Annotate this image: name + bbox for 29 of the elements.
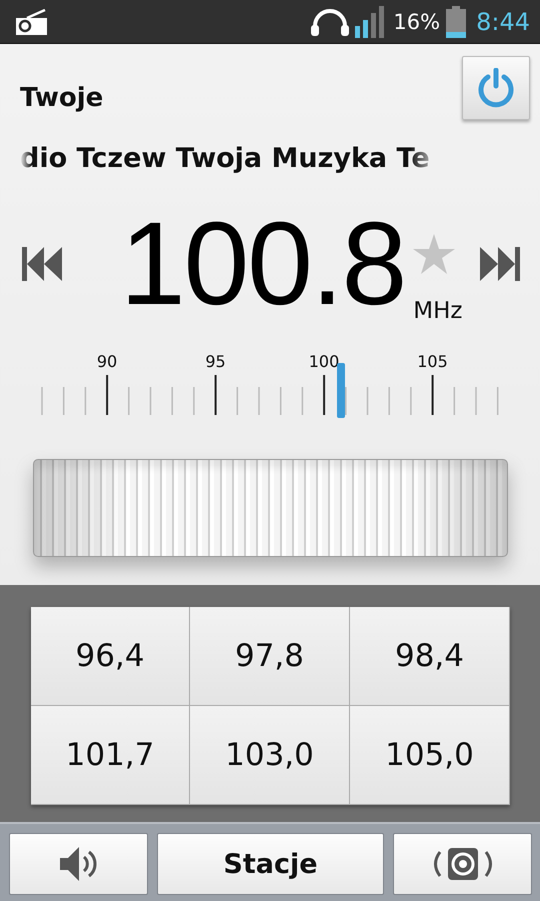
scale-label: 105 [417, 352, 448, 371]
scale-label: 100 [308, 352, 340, 371]
next-icon[interactable] [480, 247, 520, 281]
speaker-icon [60, 847, 98, 881]
volume-button[interactable] [9, 833, 148, 895]
preset-button[interactable]: 103,0 [190, 706, 350, 805]
preset-button[interactable]: 101,7 [31, 706, 190, 805]
power-icon [477, 68, 515, 108]
preset-button[interactable]: 105,0 [350, 706, 510, 805]
radio-text: dio Tczew Twoja Muzyka Te [20, 142, 430, 176]
clock-time: 8:44 [476, 8, 530, 36]
previous-icon[interactable] [22, 247, 62, 281]
frequency-display: 100.8 [120, 205, 406, 323]
stations-button[interactable]: Stacje [157, 833, 384, 895]
speaker-output-button[interactable] [393, 833, 532, 895]
scale-label: 95 [205, 352, 226, 371]
frequency-unit: MHz [413, 298, 463, 324]
battery-icon [446, 6, 466, 38]
preset-button[interactable]: 97,8 [190, 607, 350, 706]
scale-label: 90 [96, 352, 118, 371]
headphones-icon [311, 8, 350, 36]
preset-button[interactable]: 96,4 [31, 607, 190, 706]
tuning-dial[interactable] [33, 459, 508, 557]
power-button[interactable] [462, 56, 530, 120]
radio-icon [15, 8, 48, 34]
battery-percent: 16% [393, 10, 440, 34]
preset-button[interactable]: 98,4 [350, 607, 510, 706]
star-icon[interactable] [413, 234, 456, 274]
station-name: Twoje [20, 82, 104, 114]
